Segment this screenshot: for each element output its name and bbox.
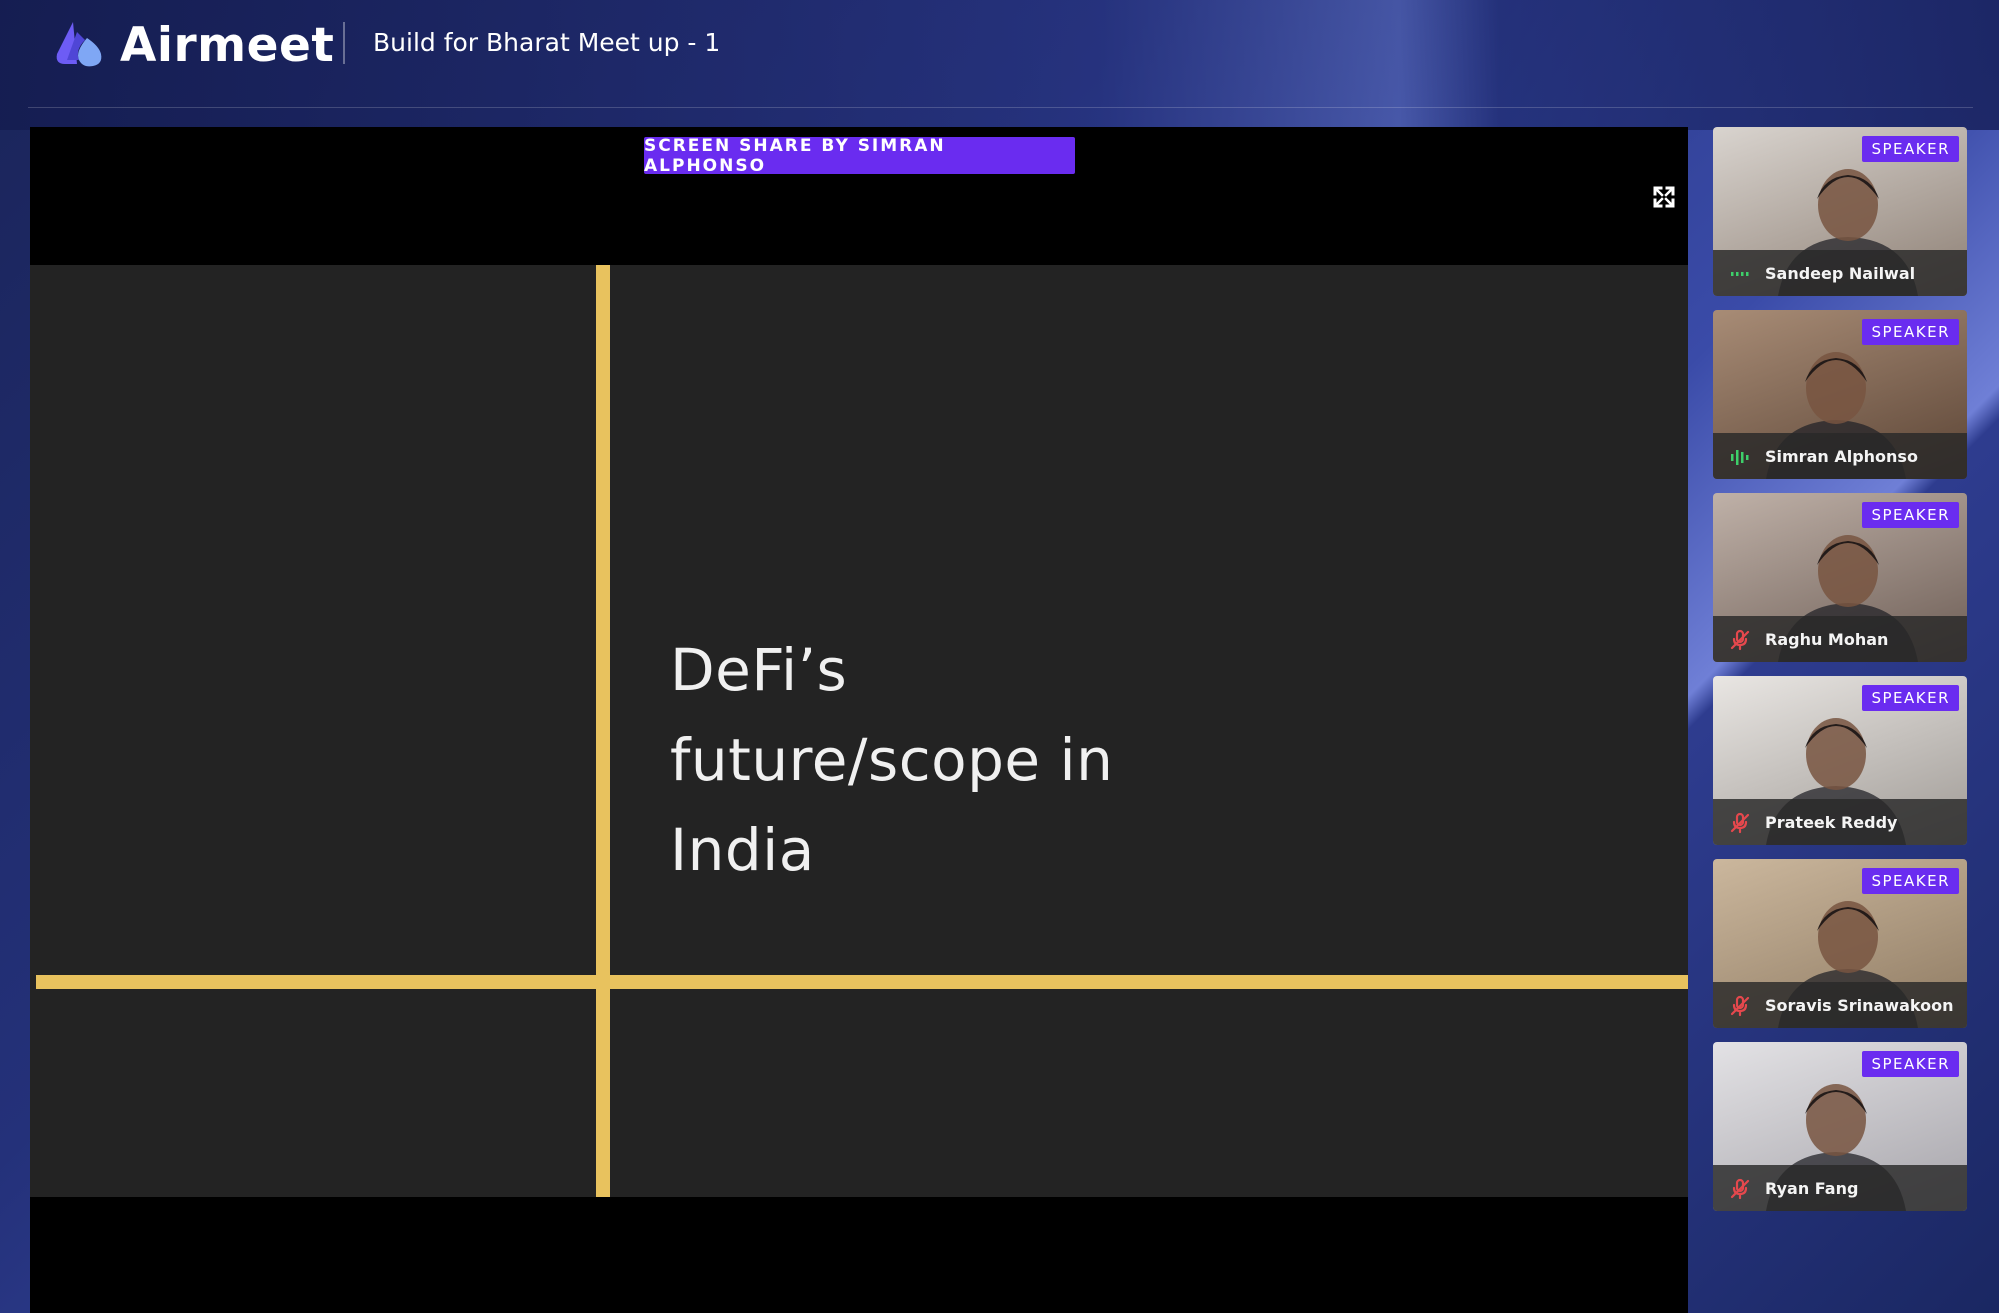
screen-share-stage[interactable]: SCREEN SHARE BY SIMRAN ALPHONSO DeFi’s f… bbox=[30, 127, 1688, 1313]
speaker-name: Soravis Srinawakoon bbox=[1765, 996, 1954, 1015]
slide-line: DeFi’s bbox=[670, 636, 848, 704]
speaker-tile[interactable]: SPEAKER Raghu Mohan bbox=[1713, 493, 1967, 662]
slide-line: India bbox=[670, 816, 815, 884]
mic-muted-icon bbox=[1730, 1178, 1750, 1200]
speaker-badge: SPEAKER bbox=[1862, 136, 1959, 162]
airmeet-app: Airmeet Build for Bharat Meet up - 1 SCR… bbox=[0, 0, 1999, 1313]
speaker-badge: SPEAKER bbox=[1862, 319, 1959, 345]
speaker-tile[interactable]: SPEAKER Soravis Srinawakoon bbox=[1713, 859, 1967, 1028]
speaker-name-bar: Raghu Mohan bbox=[1713, 616, 1967, 662]
speaker-badge: SPEAKER bbox=[1862, 685, 1959, 711]
speaker-tile[interactable]: SPEAKER Simran Alphonso bbox=[1713, 310, 1967, 479]
audio-level-icon bbox=[1731, 272, 1749, 276]
screen-share-badge: SCREEN SHARE BY SIMRAN ALPHONSO bbox=[644, 136, 1075, 176]
speaker-name: Ryan Fang bbox=[1765, 1179, 1859, 1198]
slide-title: DeFi’s future/scope in India bbox=[670, 625, 1370, 895]
speaker-name-bar: Prateek Reddy bbox=[1713, 799, 1967, 845]
speaker-badge: SPEAKER bbox=[1862, 502, 1959, 528]
slide-vertical-line bbox=[596, 265, 610, 1197]
speaker-tile[interactable]: SPEAKER Prateek Reddy bbox=[1713, 676, 1967, 845]
speaker-name-bar: Ryan Fang bbox=[1713, 1165, 1967, 1211]
mic-muted-icon bbox=[1730, 629, 1750, 651]
speaker-name-bar: Soravis Srinawakoon bbox=[1713, 982, 1967, 1028]
speaker-name-bar: Simran Alphonso bbox=[1713, 433, 1967, 479]
speaker-tile[interactable]: SPEAKER Sandeep Nailwal bbox=[1713, 127, 1967, 296]
header-rule bbox=[28, 107, 1973, 108]
brand-name: Airmeet bbox=[120, 18, 335, 73]
mic-muted-icon bbox=[1730, 812, 1750, 834]
speaker-name: Sandeep Nailwal bbox=[1765, 264, 1916, 283]
event-title: Build for Bharat Meet up - 1 bbox=[373, 28, 721, 57]
speaker-badge: SPEAKER bbox=[1862, 1051, 1959, 1077]
speaker-tile[interactable]: SPEAKER Ryan Fang bbox=[1713, 1042, 1967, 1211]
speaker-badge: SPEAKER bbox=[1862, 868, 1959, 894]
speaker-name: Simran Alphonso bbox=[1765, 447, 1918, 466]
airmeet-logo-icon bbox=[56, 22, 102, 67]
mic-muted-icon bbox=[1730, 995, 1750, 1017]
speaker-name: Prateek Reddy bbox=[1765, 813, 1898, 832]
audio-level-icon bbox=[1731, 450, 1749, 465]
shared-slide: DeFi’s future/scope in India bbox=[30, 265, 1688, 1197]
fullscreen-icon[interactable] bbox=[1652, 185, 1676, 209]
top-header: Airmeet Build for Bharat Meet up - 1 bbox=[0, 0, 1999, 108]
slide-line: future/scope in bbox=[670, 726, 1114, 794]
speaker-name: Raghu Mohan bbox=[1765, 630, 1889, 649]
header-divider bbox=[343, 22, 345, 64]
speaker-name-bar: Sandeep Nailwal bbox=[1713, 250, 1967, 296]
slide-horizontal-line bbox=[36, 975, 1688, 989]
